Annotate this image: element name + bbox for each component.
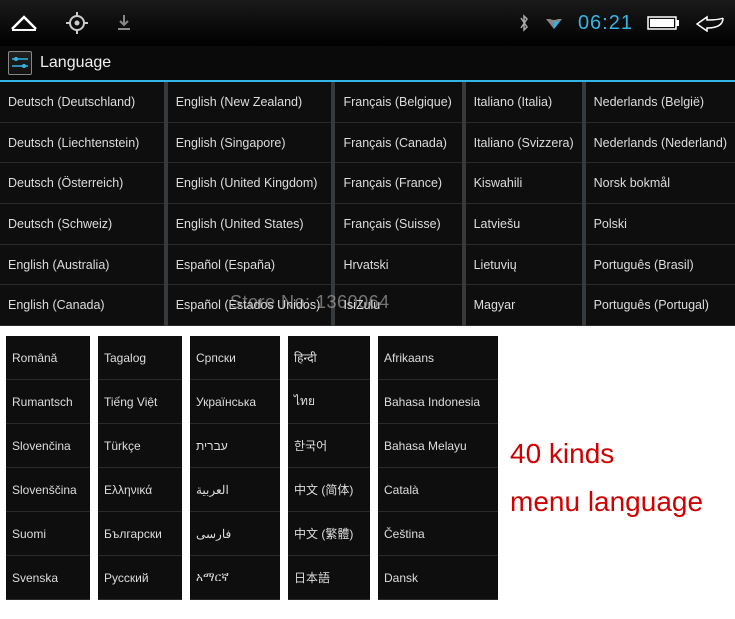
language-option[interactable]: 日本語: [288, 556, 370, 600]
language-option[interactable]: Italiano (Svizzera): [466, 123, 582, 164]
language-option[interactable]: Nederlands (Nederland): [586, 123, 735, 164]
language-option[interactable]: Français (Suisse): [335, 204, 461, 245]
language-option[interactable]: العربية: [190, 468, 280, 512]
device-frame: 06:21 Language Deutsch (Deutschland)Deut…: [0, 0, 735, 326]
caption-line-1: 40 kinds: [510, 430, 703, 478]
language-option[interactable]: Rumantsch: [6, 380, 90, 424]
language-option[interactable]: Français (Canada): [335, 123, 461, 164]
language-option[interactable]: Deutsch (Deutschland): [0, 82, 164, 123]
language-option[interactable]: English (United States): [168, 204, 332, 245]
language-option[interactable]: Français (France): [335, 163, 461, 204]
language-option[interactable]: Suomi: [6, 512, 90, 556]
language-option[interactable]: Српски: [190, 336, 280, 380]
android-status-bar: 06:21: [0, 0, 735, 46]
language-option[interactable]: ไทย: [288, 380, 370, 424]
language-option[interactable]: Deutsch (Schweiz): [0, 204, 164, 245]
lang-col-0: Deutsch (Deutschland)Deutsch (Liechtenst…: [0, 82, 168, 326]
home-icon[interactable]: [10, 13, 38, 33]
language-option[interactable]: IsiZulu: [335, 285, 461, 326]
caption-text: 40 kinds menu language: [510, 430, 703, 526]
language-option[interactable]: Tagalog: [98, 336, 182, 380]
language-option[interactable]: Hrvatski: [335, 245, 461, 286]
wifi-icon: [544, 15, 564, 31]
gear-icon[interactable]: [66, 12, 88, 34]
lang-bcol-2: СрпскиУкраїнськаעבריתالعربيةفارسیአማርኛ: [190, 336, 280, 600]
lang-col-3: Italiano (Italia)Italiano (Svizzera)Kisw…: [466, 82, 586, 326]
caption-line-2: menu language: [510, 478, 703, 526]
download-icon[interactable]: [116, 14, 132, 32]
language-option[interactable]: English (Singapore): [168, 123, 332, 164]
language-option[interactable]: Dansk: [378, 556, 498, 600]
language-option[interactable]: Deutsch (Liechtenstein): [0, 123, 164, 164]
language-option[interactable]: Français (Belgique): [335, 82, 461, 123]
settings-header: Language: [0, 46, 735, 82]
language-option[interactable]: Latviešu: [466, 204, 582, 245]
lang-col-1: English (New Zealand)English (Singapore)…: [168, 82, 336, 326]
language-option[interactable]: Ελληνικά: [98, 468, 182, 512]
language-option[interactable]: Bahasa Indonesia: [378, 380, 498, 424]
page-title: Language: [40, 54, 111, 72]
language-option[interactable]: Slovenčina: [6, 424, 90, 468]
language-option[interactable]: Lietuvių: [466, 245, 582, 286]
language-option[interactable]: Kiswahili: [466, 163, 582, 204]
lang-bcol-0: RomânăRumantschSlovenčinaSlovenščinaSuom…: [6, 336, 90, 600]
language-option[interactable]: Русский: [98, 556, 182, 600]
language-option[interactable]: Español (Estados Unidos): [168, 285, 332, 326]
lang-col-2: Français (Belgique)Français (Canada)Fran…: [335, 82, 465, 326]
language-option[interactable]: Українська: [190, 380, 280, 424]
language-option[interactable]: Svenska: [6, 556, 90, 600]
language-option[interactable]: 中文 (简体): [288, 468, 370, 512]
language-option[interactable]: Español (España): [168, 245, 332, 286]
language-columns-bottom: RomânăRumantschSlovenčinaSlovenščinaSuom…: [6, 336, 498, 600]
language-option[interactable]: עברית: [190, 424, 280, 468]
language-option[interactable]: Bahasa Melayu: [378, 424, 498, 468]
language-option[interactable]: Magyar: [466, 285, 582, 326]
battery-icon: [647, 15, 681, 31]
language-option[interactable]: हिन्दी: [288, 336, 370, 380]
lang-bcol-1: TagalogTiếng ViệtTürkçeΕλληνικάБългарски…: [98, 336, 182, 600]
language-option[interactable]: Română: [6, 336, 90, 380]
language-option[interactable]: 한국어: [288, 424, 370, 468]
language-option[interactable]: Norsk bokmål: [586, 163, 735, 204]
language-option[interactable]: Português (Portugal): [586, 285, 735, 326]
language-option[interactable]: Български: [98, 512, 182, 556]
status-clock: 06:21: [578, 12, 633, 35]
language-option[interactable]: Nederlands (België): [586, 82, 735, 123]
language-option[interactable]: Tiếng Việt: [98, 380, 182, 424]
language-option[interactable]: English (New Zealand): [168, 82, 332, 123]
language-option[interactable]: English (United Kingdom): [168, 163, 332, 204]
language-option[interactable]: Italiano (Italia): [466, 82, 582, 123]
language-option[interactable]: Português (Brasil): [586, 245, 735, 286]
language-option[interactable]: Afrikaans: [378, 336, 498, 380]
language-option[interactable]: English (Canada): [0, 285, 164, 326]
language-option[interactable]: 中文 (繁體): [288, 512, 370, 556]
back-icon[interactable]: [695, 14, 725, 32]
language-option[interactable]: Polski: [586, 204, 735, 245]
language-columns-top: Deutsch (Deutschland)Deutsch (Liechtenst…: [0, 82, 735, 326]
bluetooth-icon: [518, 14, 530, 32]
language-option[interactable]: አማርኛ: [190, 556, 280, 600]
language-option[interactable]: English (Australia): [0, 245, 164, 286]
lang-col-4: Nederlands (België)Nederlands (Nederland…: [586, 82, 735, 326]
language-option[interactable]: Deutsch (Österreich): [0, 163, 164, 204]
language-option[interactable]: Türkçe: [98, 424, 182, 468]
language-option[interactable]: Čeština: [378, 512, 498, 556]
language-option[interactable]: فارسی: [190, 512, 280, 556]
lang-bcol-3: हिन्दीไทย한국어中文 (简体)中文 (繁體)日本語: [288, 336, 370, 600]
settings-slider-icon[interactable]: [8, 51, 32, 75]
language-option[interactable]: Català: [378, 468, 498, 512]
language-option[interactable]: Slovenščina: [6, 468, 90, 512]
lang-bcol-4: AfrikaansBahasa IndonesiaBahasa MelayuCa…: [378, 336, 498, 600]
